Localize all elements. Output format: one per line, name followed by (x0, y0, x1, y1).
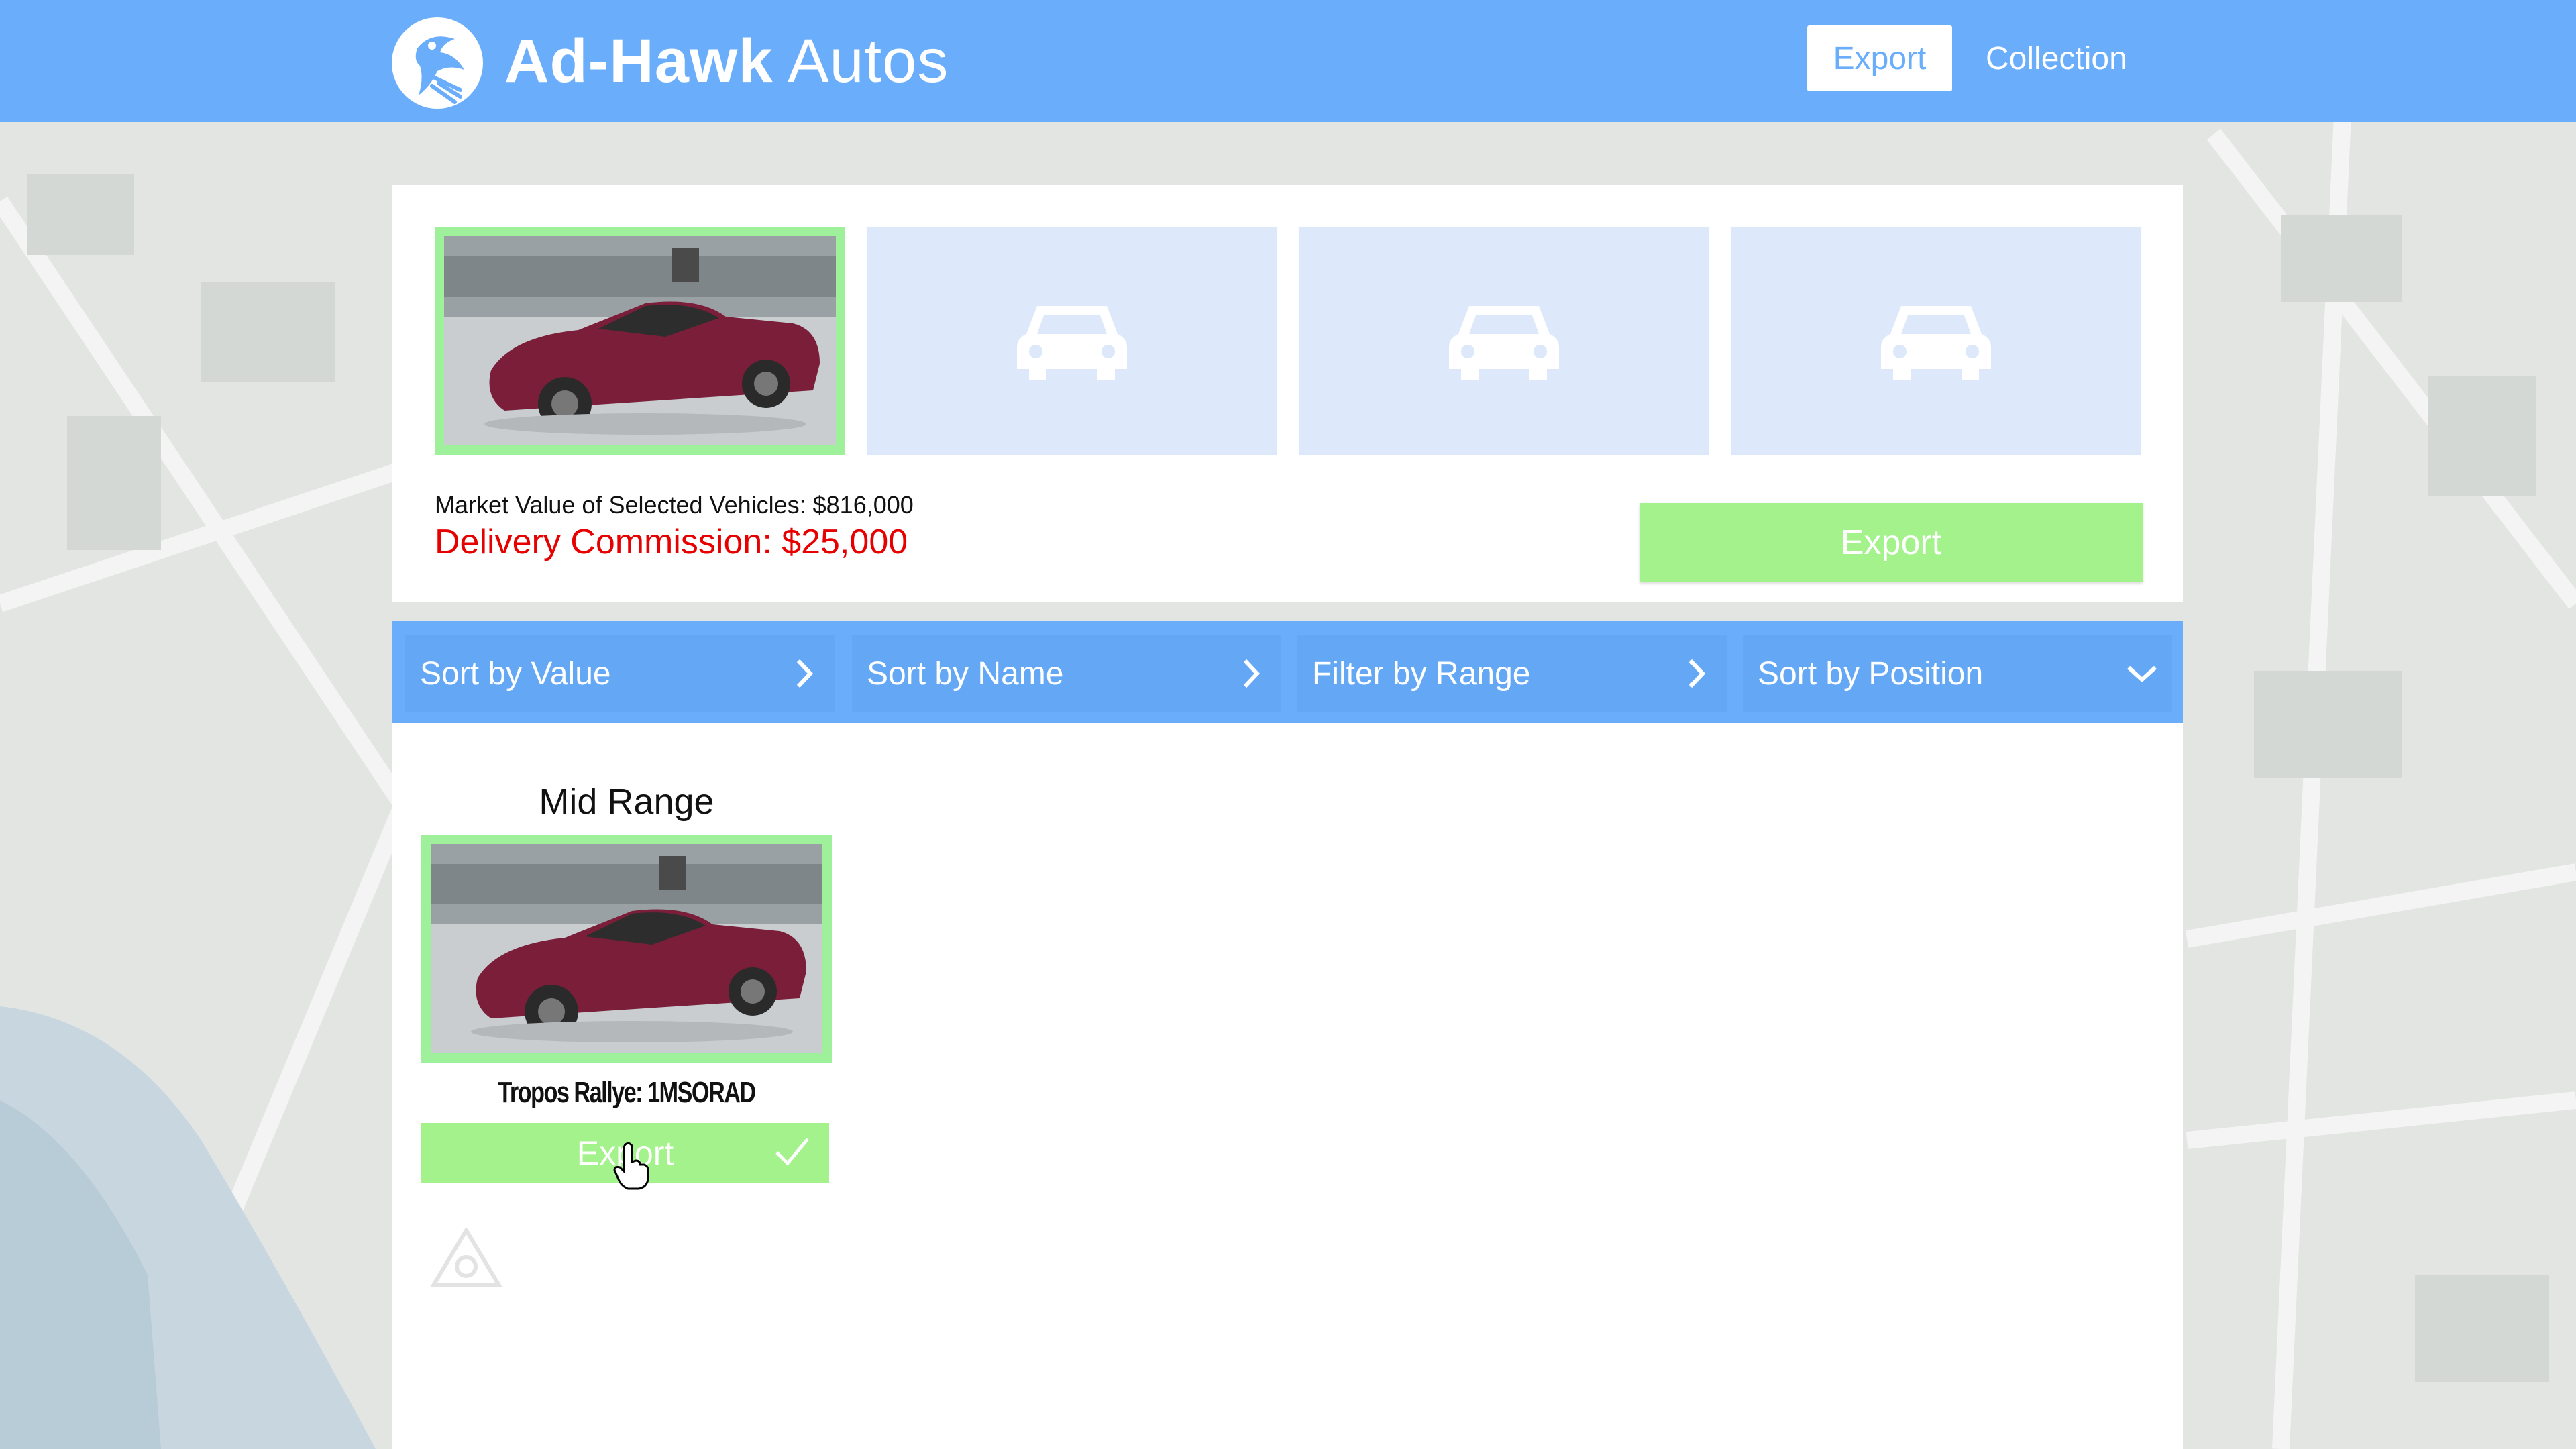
nav-export-tab[interactable]: Export (1807, 25, 1952, 91)
chevron-right-icon (796, 659, 814, 688)
brand-light: Autos (788, 27, 949, 95)
securoserv-logo-icon (429, 1226, 503, 1287)
vehicle-card-image[interactable] (421, 835, 832, 1063)
vehicle-name: Tropos Rallye: 1MSORAD (498, 1076, 756, 1109)
market-value-text: Market Value of Selected Vehicles: $816,… (435, 491, 914, 519)
selected-slot-1[interactable] (435, 227, 845, 455)
selected-vehicles-panel: Market Value of Selected Vehicles: $816,… (392, 185, 2183, 602)
group-title: Mid Range (539, 782, 714, 822)
securoserv-watermark (429, 1226, 503, 1291)
car-icon (1017, 306, 1127, 380)
empty-slot-2[interactable] (867, 227, 1277, 455)
empty-slot-3[interactable] (1299, 227, 1709, 455)
filter-bar: Sort by Value Sort by Name Filter by Ran… (392, 621, 2183, 723)
nav-collection-tab[interactable]: Collection (1986, 25, 2127, 91)
empty-slot-4[interactable] (1731, 227, 2141, 455)
sort-by-name-label: Sort by Name (867, 655, 1064, 692)
hand-cursor-icon (613, 1142, 649, 1190)
hawk-logo-icon (392, 17, 483, 109)
car-icon (1881, 306, 1991, 380)
sort-by-position-button[interactable]: Sort by Position (1743, 635, 2172, 712)
car-photo (431, 844, 822, 1053)
filter-by-range-button[interactable]: Filter by Range (1297, 635, 1727, 712)
filter-by-range-label: Filter by Range (1312, 655, 1531, 692)
brand-name: Ad-Hawk Autos (504, 24, 949, 98)
chevron-right-icon (1688, 659, 1706, 688)
brand-bold: Ad-Hawk (504, 27, 773, 95)
sort-by-position-label: Sort by Position (1758, 655, 1984, 692)
top-nav-bar: Ad-Hawk Autos Export Collection (0, 0, 2576, 122)
car-icon (1449, 306, 1559, 380)
checkmark-icon (775, 1138, 809, 1166)
export-selected-button[interactable]: Export (1640, 503, 2143, 582)
sort-by-name-button[interactable]: Sort by Name (852, 635, 1281, 712)
chevron-right-icon (1243, 659, 1260, 688)
car-photo (444, 236, 836, 445)
sort-by-value-button[interactable]: Sort by Value (405, 635, 835, 712)
vehicle-list-panel: Mid Range Tropos Rallye: 1MSORAD Export (392, 723, 2183, 1449)
delivery-commission-text: Delivery Commission: $25,000 (435, 523, 908, 561)
sort-by-value-label: Sort by Value (420, 655, 611, 692)
chevron-down-icon (2127, 665, 2157, 683)
